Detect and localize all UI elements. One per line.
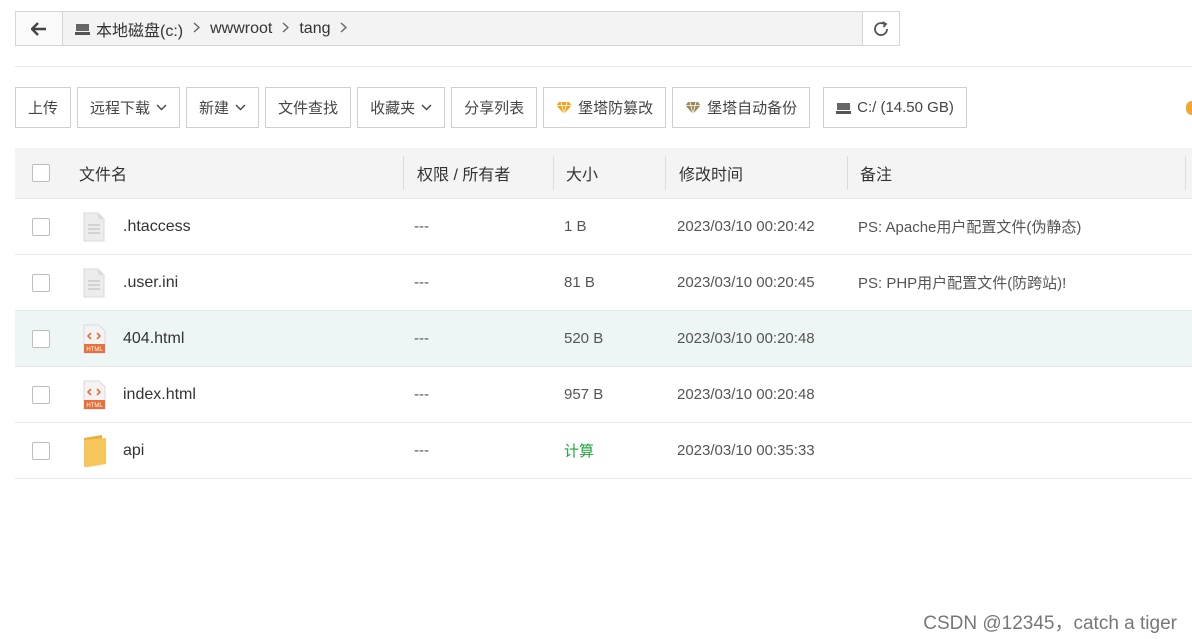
- share-list-button[interactable]: 分享列表: [451, 87, 538, 128]
- auto-backup-button[interactable]: 堡塔自动备份: [672, 87, 811, 128]
- chevron-down-icon: [421, 104, 432, 111]
- chevron-right-icon: [341, 22, 348, 33]
- file-search-label: 文件查找: [278, 100, 339, 117]
- row-checkbox[interactable]: [32, 329, 50, 348]
- row-checkbox[interactable]: [32, 273, 50, 292]
- table-row[interactable]: api --- 计算 2023/03/10 00:35:33: [15, 423, 1192, 479]
- chevron-right-icon: [282, 22, 290, 33]
- row-checkbox[interactable]: [32, 385, 50, 404]
- path-bar: 本地磁盘(c:) wwwroot tang: [15, 11, 900, 46]
- breadcrumb-separator: [193, 20, 201, 37]
- header-modified[interactable]: 修改时间: [679, 148, 743, 198]
- table-row[interactable]: HTML index.html --- 957 B 2023/03/10 00:…: [15, 367, 1192, 423]
- column-divider: [847, 156, 848, 190]
- breadcrumb-wwwroot[interactable]: wwwroot: [204, 20, 278, 38]
- toolbar: 上传 远程下载 新建 文件查找 收藏夹 分享列表 堡塔防篡改 堡塔自动备份 C:…: [15, 87, 967, 128]
- file-size: 957 B: [564, 386, 604, 403]
- table-row[interactable]: HTML 404.html --- 520 B 2023/03/10 00:20…: [15, 311, 1192, 367]
- refresh-button[interactable]: [862, 12, 899, 45]
- file-permission[interactable]: ---: [414, 255, 429, 310]
- file-permission[interactable]: ---: [414, 423, 429, 478]
- html-file-icon: HTML: [83, 380, 106, 409]
- file-table: 文件名 权限 / 所有者 大小 修改时间 备注 .htaccess --- 1 …: [15, 148, 1192, 479]
- remote-download-button[interactable]: 远程下载: [77, 87, 181, 128]
- header-name[interactable]: 文件名: [79, 148, 127, 198]
- file-name[interactable]: .htaccess: [123, 199, 191, 254]
- chevron-right-icon: [193, 22, 201, 33]
- html-badge: HTML: [86, 403, 103, 409]
- breadcrumb-separator: [340, 20, 348, 37]
- file-modified: 2023/03/10 00:20:48: [677, 386, 815, 403]
- text-file-icon: [83, 212, 105, 241]
- chevron-down-icon: [235, 104, 246, 111]
- html-file-icon: HTML: [83, 324, 106, 353]
- divider: [15, 66, 1192, 67]
- chevron-down-icon: [156, 104, 167, 111]
- folder-icon: [84, 434, 106, 467]
- row-checkbox[interactable]: [32, 441, 50, 460]
- notification-dot[interactable]: [1186, 101, 1192, 115]
- breadcrumb-label: 本地磁盘(c:): [96, 22, 184, 40]
- file-modified: 2023/03/10 00:20:48: [677, 330, 815, 347]
- hard-disk-icon: [836, 102, 852, 114]
- breadcrumb-separator: [282, 20, 290, 37]
- file-modified: 2023/03/10 00:20:45: [677, 274, 815, 291]
- back-button[interactable]: [16, 12, 63, 45]
- file-note[interactable]: PS: PHP用户配置文件(防跨站)!: [858, 255, 1066, 310]
- disk-label: C:/ (14.50 GB): [857, 99, 954, 116]
- favorites-label: 收藏夹: [370, 100, 416, 117]
- file-size: 1 B: [564, 218, 587, 235]
- file-permission[interactable]: ---: [414, 199, 429, 254]
- share-list-label: 分享列表: [464, 100, 525, 117]
- new-button[interactable]: 新建: [186, 87, 260, 128]
- upload-button[interactable]: 上传: [15, 87, 72, 128]
- diamond-icon: [556, 101, 572, 114]
- file-name[interactable]: index.html: [123, 367, 196, 422]
- file-name[interactable]: .user.ini: [123, 255, 178, 310]
- file-search-button[interactable]: 文件查找: [265, 87, 352, 128]
- column-divider: [553, 156, 554, 190]
- breadcrumb-disk[interactable]: 本地磁盘(c:): [69, 17, 189, 41]
- auto-backup-label: 堡塔自动备份: [707, 100, 798, 117]
- remote-download-label: 远程下载: [90, 100, 151, 117]
- file-size: 81 B: [564, 274, 595, 291]
- header-permission: 权限 / 所有者: [417, 167, 511, 184]
- select-all-checkbox[interactable]: [32, 164, 50, 182]
- file-modified: 2023/03/10 00:35:33: [677, 442, 815, 459]
- header-size[interactable]: 大小: [566, 148, 598, 198]
- text-file-icon: [83, 268, 105, 297]
- file-permission[interactable]: ---: [414, 367, 429, 422]
- file-permission[interactable]: ---: [414, 311, 429, 366]
- file-name[interactable]: api: [123, 423, 144, 478]
- file-size: 520 B: [564, 330, 604, 347]
- column-divider: [665, 156, 666, 190]
- breadcrumb-tang[interactable]: tang: [293, 20, 336, 38]
- refresh-icon: [874, 20, 888, 36]
- file-modified: 2023/03/10 00:20:42: [677, 218, 815, 235]
- header-note: 备注: [860, 167, 893, 184]
- diamond-icon: [685, 101, 701, 114]
- disk-button[interactable]: C:/ (14.50 GB): [823, 87, 967, 128]
- table-header: 文件名 权限 / 所有者 大小 修改时间 备注: [15, 148, 1192, 199]
- tamper-proof-label: 堡塔防篡改: [578, 100, 654, 117]
- html-badge: HTML: [86, 347, 103, 353]
- table-row[interactable]: .user.ini --- 81 B 2023/03/10 00:20:45 P…: [15, 255, 1192, 311]
- table-row[interactable]: .htaccess --- 1 B 2023/03/10 00:20:42 PS…: [15, 199, 1192, 255]
- favorites-button[interactable]: 收藏夹: [357, 87, 446, 128]
- row-checkbox[interactable]: [32, 217, 50, 236]
- watermark: CSDN @12345，catch a tiger: [923, 613, 1177, 634]
- tamper-proof-button[interactable]: 堡塔防篡改: [543, 87, 667, 128]
- new-label: 新建: [199, 100, 230, 117]
- column-divider: [1185, 156, 1186, 190]
- arrow-left-icon: [31, 21, 46, 36]
- file-name[interactable]: 404.html: [123, 311, 184, 366]
- calculate-size-link[interactable]: 计算: [564, 423, 594, 478]
- file-note[interactable]: PS: Apache用户配置文件(伪静态): [858, 199, 1081, 254]
- column-divider: [403, 156, 404, 190]
- hard-disk-icon: [75, 23, 90, 35]
- breadcrumb: 本地磁盘(c:) wwwroot tang: [63, 12, 862, 45]
- upload-label: 上传: [28, 100, 59, 117]
